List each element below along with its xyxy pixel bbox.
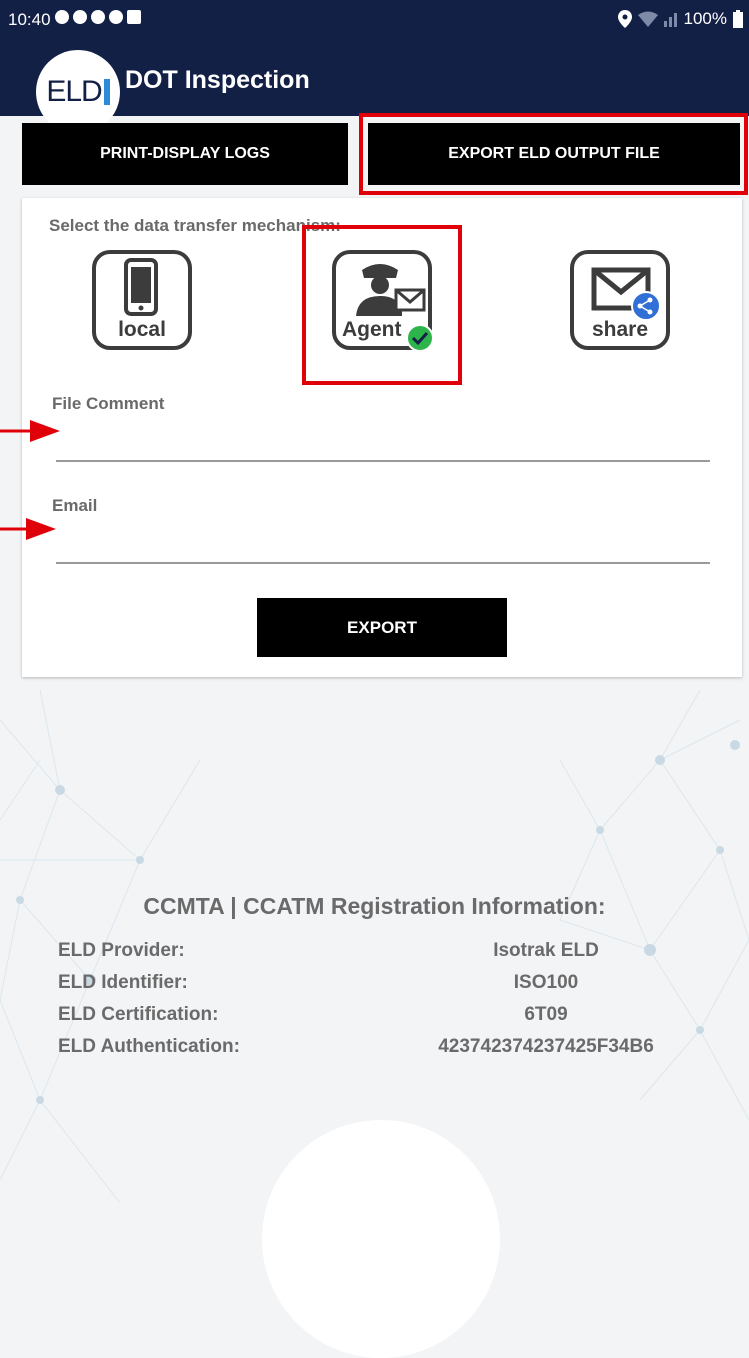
battery-icon	[733, 10, 743, 28]
eld-identifier-label: ELD Identifier:	[58, 972, 188, 993]
highlight-box-export-tab	[359, 113, 748, 195]
mechanism-share-label: share	[591, 318, 649, 341]
eld-notification-icon-2	[109, 10, 123, 24]
highlight-box-agent	[302, 225, 462, 385]
eld-notification-icon	[55, 10, 69, 24]
logo-text: ELD	[46, 75, 102, 108]
eld-authentication-label: ELD Authentication:	[58, 1036, 240, 1057]
status-right: 100%	[617, 9, 743, 29]
status-time: 10:40	[8, 10, 51, 29]
arrow-to-file-comment	[0, 420, 60, 442]
settings-notification-icon	[73, 10, 87, 24]
export-button[interactable]: EXPORT	[257, 598, 507, 657]
battery-percent: 100%	[683, 9, 727, 28]
eld-provider-value: Isotrak ELD	[493, 940, 599, 961]
eld-logo: ELD	[36, 50, 120, 134]
email-label: Email	[52, 496, 98, 515]
status-bar: 10:40 100%	[0, 0, 749, 40]
bottom-action-circle	[262, 1120, 500, 1358]
page-title: DOT Inspection	[125, 66, 310, 94]
location-icon	[617, 10, 632, 28]
email-field[interactable]	[56, 528, 710, 564]
eld-identifier-value: ISO100	[513, 972, 579, 993]
image-notification-icon	[127, 10, 141, 24]
eld-certification-label: ELD Certification:	[58, 1004, 219, 1025]
mechanism-local-label: local	[118, 318, 166, 341]
signal-icon	[663, 13, 677, 27]
mechanism-share-button[interactable]: share	[570, 250, 670, 350]
wifi-icon	[637, 11, 658, 27]
sync-notification-icon	[91, 10, 105, 24]
eld-provider-label: ELD Provider:	[58, 940, 185, 961]
file-comment-field[interactable]	[56, 426, 710, 462]
file-comment-label: File Comment	[52, 394, 165, 413]
app-bar: ELD DOT Inspection	[0, 40, 749, 134]
registration-title: CCMTA | CCATM Registration Information:	[143, 893, 606, 919]
logo-accent	[103, 79, 110, 105]
eld-certification-value: 6T09	[524, 1004, 568, 1025]
notification-icons	[55, 10, 141, 24]
tab-print-display-logs[interactable]: PRINT-DISPLAY LOGS	[22, 123, 348, 185]
arrow-to-email	[0, 518, 56, 540]
mechanism-local-button[interactable]: local	[92, 250, 192, 350]
eld-authentication-value: 423742374237425F34B6	[438, 1036, 654, 1057]
transfer-mechanism-prompt: Select the data transfer mechanism:	[49, 216, 341, 235]
